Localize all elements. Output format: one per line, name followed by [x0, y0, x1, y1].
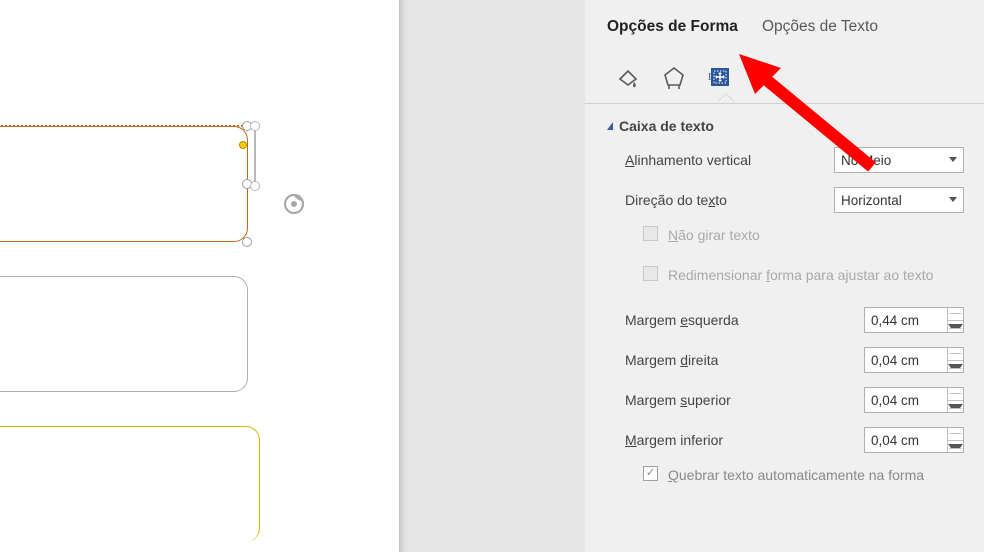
spinner-value: 0,04 cm [871, 353, 919, 368]
section-title: Caixa de texto [619, 118, 714, 134]
spin-down[interactable] [947, 321, 963, 333]
label-no-rotate: Não girar texto [668, 226, 964, 245]
tab-shape-options[interactable]: Opções de Forma [607, 18, 738, 36]
panel-tabs: Opções de Forma Opções de Texto [607, 18, 964, 36]
spinner-value: 0,04 cm [871, 433, 919, 448]
label-margin-top: Margem superior [625, 392, 864, 408]
spin-up[interactable] [947, 348, 963, 361]
svg-text:I: I [708, 72, 711, 83]
collapse-triangle-icon [607, 122, 613, 130]
spin-up[interactable] [947, 388, 963, 401]
dropdown-text-direction[interactable]: Horizontal [834, 187, 964, 213]
shape[interactable] [0, 426, 260, 542]
dropdown-vertical-alignment[interactable]: No Meio [834, 147, 964, 173]
spinner-value: 0,04 cm [871, 393, 919, 408]
checkbox-resize-shape [643, 266, 658, 281]
chevron-down-icon [949, 157, 957, 162]
spin-down[interactable] [947, 361, 963, 373]
rotate-handle[interactable] [280, 190, 308, 221]
label-margin-left: Margem esquerda [625, 312, 864, 328]
input-margin-left[interactable]: 0,44 cm [864, 307, 964, 333]
input-margin-top[interactable]: 0,04 cm [864, 387, 964, 413]
shape-selected[interactable] [0, 126, 248, 242]
layout-properties-icon[interactable]: I [701, 58, 739, 96]
label-wrap-text: Quebrar texto automaticamente na forma [668, 466, 964, 485]
adjustment-handle[interactable] [239, 141, 247, 149]
input-margin-right[interactable]: 0,04 cm [864, 347, 964, 373]
spin-up[interactable] [947, 428, 963, 441]
label-vertical-alignment: Alinhamento vertical [625, 152, 834, 168]
checkbox-wrap-text[interactable]: ✓ [643, 466, 658, 481]
spinner-value: 0,44 cm [871, 313, 919, 328]
document-canvas[interactable] [0, 0, 585, 552]
tab-pointer [717, 94, 735, 104]
divider [585, 103, 984, 104]
shape[interactable] [0, 276, 248, 392]
checkmark-icon: ✓ [646, 468, 655, 479]
fill-line-icon[interactable] [609, 58, 647, 96]
tab-text-options[interactable]: Opções de Texto [762, 18, 878, 36]
label-margin-right: Margem direita [625, 352, 864, 368]
label-margin-bottom: Margem inferior [625, 432, 864, 448]
selection-handle[interactable] [242, 237, 252, 247]
dropdown-value: Horizontal [841, 193, 902, 208]
effects-icon[interactable] [655, 58, 693, 96]
spin-down[interactable] [947, 441, 963, 453]
checkbox-no-rotate [643, 226, 658, 241]
input-margin-bottom[interactable]: 0,04 cm [864, 427, 964, 453]
label-text-direction: Direção do texto [625, 192, 834, 208]
dropdown-value: No Meio [841, 153, 891, 168]
section-header[interactable]: Caixa de texto [607, 118, 964, 134]
spin-down[interactable] [947, 401, 963, 413]
format-shape-panel: Opções de Forma Opções de Texto I Caixa … [585, 0, 984, 552]
chevron-down-icon [949, 197, 957, 202]
textbox-section: Caixa de texto Alinhamento vertical No M… [607, 118, 964, 494]
connector-line [254, 126, 256, 186]
category-icon-row: I [607, 54, 964, 96]
label-resize-shape: Redimensionar forma para ajustar ao text… [668, 266, 964, 285]
spin-up[interactable] [947, 308, 963, 321]
